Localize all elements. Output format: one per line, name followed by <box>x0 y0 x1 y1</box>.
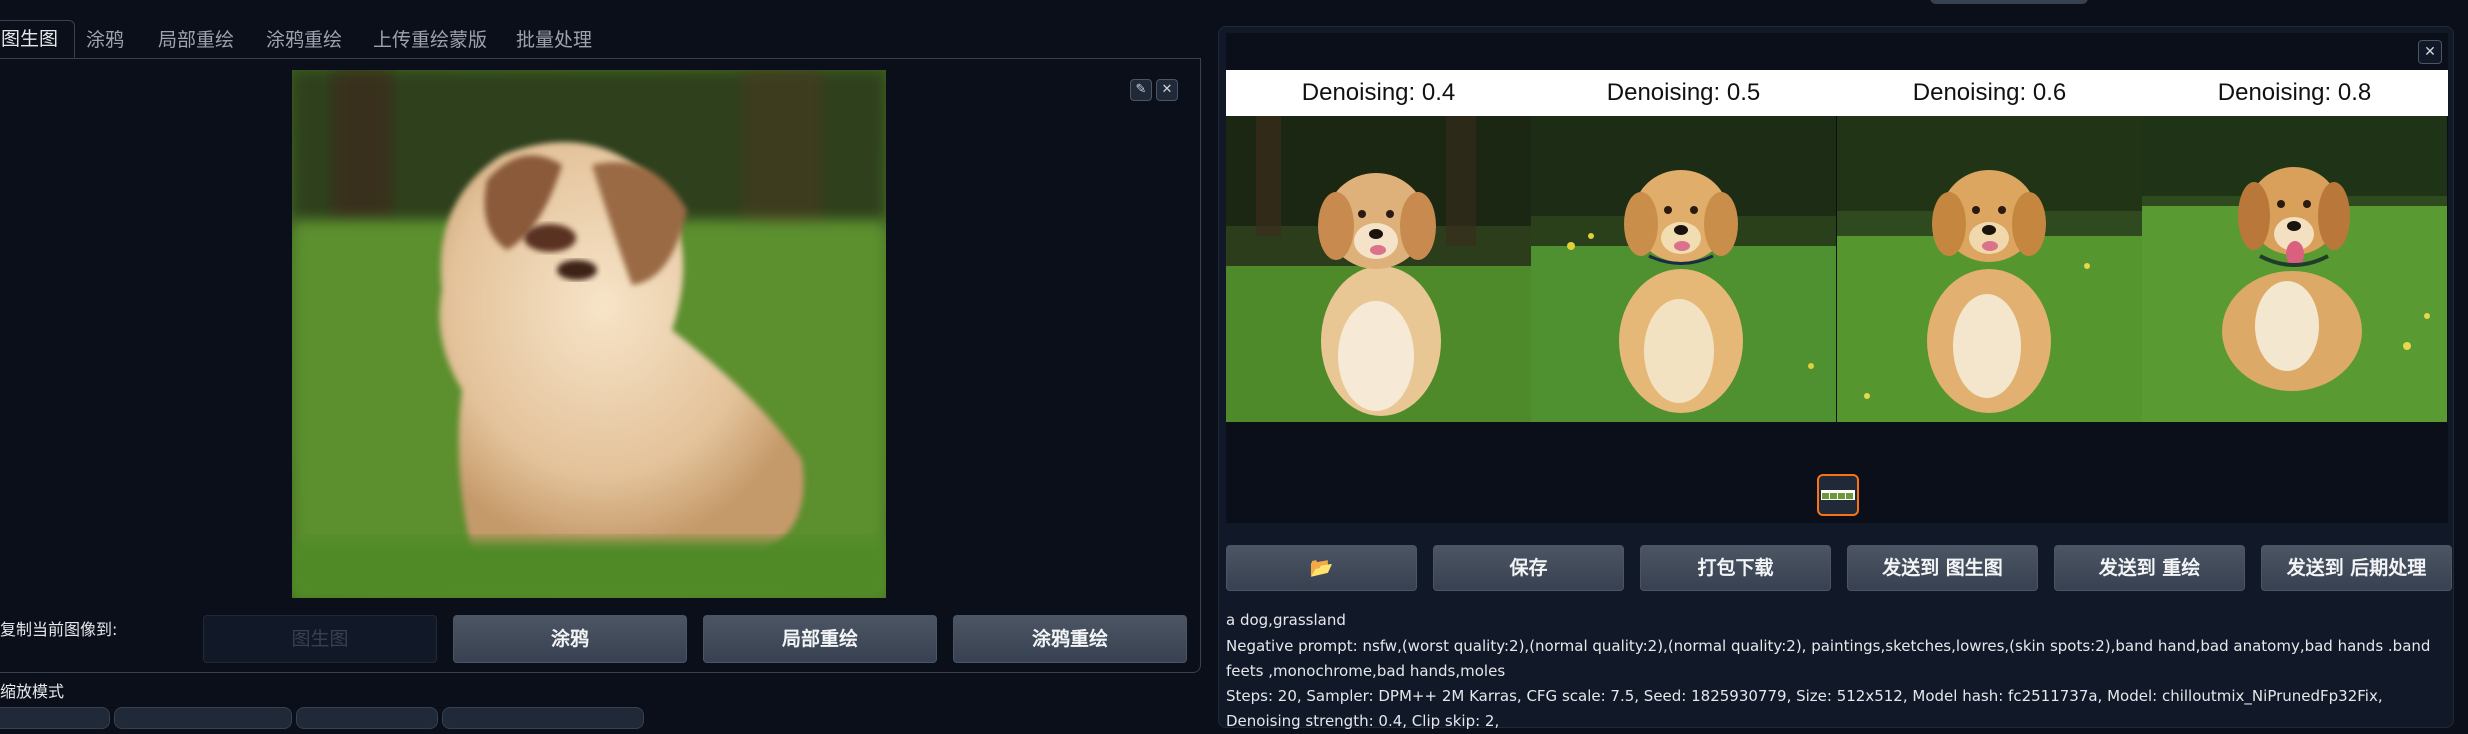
close-icon[interactable]: ✕ <box>1156 79 1178 101</box>
copy-to-img2img-button: 图生图 <box>203 615 437 663</box>
grid-column-label: Denoising: 0.6 <box>1912 79 2067 106</box>
tab-sketch[interactable]: 涂鸦 <box>86 22 124 58</box>
tab-inpaint[interactable]: 局部重绘 <box>158 22 234 58</box>
grid-column-label: Denoising: 0.8 <box>2217 79 2372 106</box>
resize-mode-label: 缩放模式 <box>0 682 65 701</box>
send-to-extras-button[interactable]: 发送到 后期处理 <box>2261 545 2452 591</box>
open-folder-button[interactable]: 📂 <box>1226 545 1417 591</box>
grid-image-denoise-04[interactable] <box>1226 116 1531 422</box>
tab-img2img[interactable]: 图生图 <box>0 20 76 58</box>
source-image[interactable] <box>292 70 886 598</box>
pencil-icon[interactable]: ✎ <box>1130 79 1152 101</box>
grid-image-denoise-05[interactable] <box>1531 116 1836 422</box>
close-icon[interactable]: ✕ <box>2418 40 2442 64</box>
grid-image-denoise-06[interactable] <box>1837 116 2142 422</box>
img2img-tabs: 图生图 涂鸦 局部重绘 涂鸦重绘 上传重绘蒙版 批量处理 <box>0 0 1202 60</box>
top-bar-stub <box>1930 0 2088 4</box>
resize-mode-option[interactable] <box>442 707 644 729</box>
save-button[interactable]: 保存 <box>1433 545 1624 591</box>
zip-download-button[interactable]: 打包下载 <box>1640 545 1831 591</box>
send-to-inpaint-button[interactable]: 发送到 重绘 <box>2054 545 2245 591</box>
resize-mode-option[interactable] <box>296 707 438 729</box>
generation-negative-prompt: Negative prompt: nsfw,(worst quality:2),… <box>1226 637 2431 680</box>
copy-to-inpaint-button[interactable]: 局部重绘 <box>703 615 937 663</box>
folder-icon: 📂 <box>1309 557 1334 579</box>
generation-prompt: a dog,grassland <box>1226 611 1346 629</box>
copy-to-inpaint-sketch-button[interactable]: 涂鸦重绘 <box>953 615 1187 663</box>
copy-to-sketch-button[interactable]: 涂鸦 <box>453 615 687 663</box>
send-to-img2img-button[interactable]: 发送到 图生图 <box>1847 545 2038 591</box>
tab-inpaint-sketch[interactable]: 涂鸦重绘 <box>266 22 342 58</box>
xyz-grid-header: Denoising: 0.4 Denoising: 0.5 Denoising:… <box>1226 70 2448 116</box>
grid-column-label: Denoising: 0.5 <box>1606 79 1761 106</box>
tab-batch[interactable]: 批量处理 <box>516 22 592 58</box>
generation-parameters: Steps: 20, Sampler: DPM++ 2M Karras, CFG… <box>1226 687 2383 730</box>
grid-image-denoise-08[interactable] <box>2142 116 2447 422</box>
resize-mode-option[interactable] <box>0 707 110 729</box>
tab-inpaint-upload[interactable]: 上传重绘蒙版 <box>373 22 487 58</box>
gallery-thumbnail[interactable] <box>1817 474 1859 516</box>
copy-image-to-label: 复制当前图像到: <box>0 620 118 639</box>
grid-column-label: Denoising: 0.4 <box>1301 79 1456 106</box>
resize-mode-option[interactable] <box>114 707 292 729</box>
